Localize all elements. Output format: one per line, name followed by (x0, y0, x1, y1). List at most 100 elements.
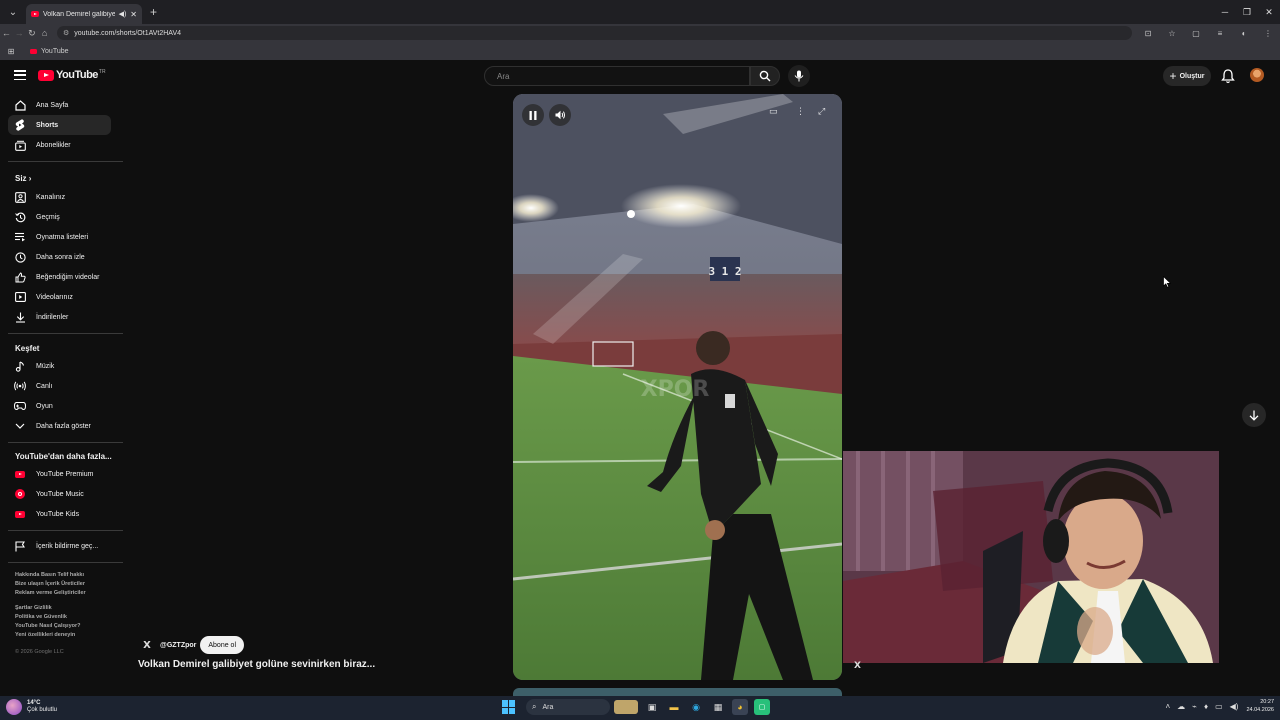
screen: ⌄ Volkan Demirel galibiyet g... ◀) ✕ + ─… (0, 0, 1280, 720)
sidebar-item-watch-later[interactable]: Daha sonra izle (8, 247, 111, 267)
sidebar-item-live[interactable]: Canlı (8, 376, 111, 396)
home-icon[interactable]: ⌂ (38, 28, 51, 38)
next-video-button[interactable] (1242, 403, 1266, 427)
channel-logo-icon[interactable]: Ⅹ (140, 638, 154, 652)
search-button[interactable] (750, 66, 780, 86)
sidebar-you-heading[interactable]: Siz › (15, 174, 31, 183)
sidebar-item-youtube-premium[interactable]: YouTube Premium (8, 464, 111, 484)
cloud-icon[interactable]: ☁ (1177, 702, 1185, 711)
sidebar-item-youtube-music[interactable]: YouTube Music (8, 484, 111, 504)
extensions-icon[interactable]: ▢ (1184, 29, 1208, 38)
tab-title: Volkan Demirel galibiyet g... (43, 10, 115, 18)
weather-widget[interactable]: 14°C Çok bulutlu (6, 699, 57, 715)
channel-name[interactable]: @GZTZpor (160, 642, 196, 649)
minimize-icon[interactable]: ─ (1214, 7, 1236, 17)
more-options-icon[interactable]: ⋮ (796, 106, 805, 117)
sidebar-item-playlists[interactable]: Oynatma listeleri (8, 227, 111, 247)
sidebar-item-music[interactable]: Müzik (8, 356, 111, 376)
youtube-logo[interactable]: YouTube TR (38, 69, 106, 81)
logo-region: TR (98, 69, 106, 75)
footer-links-primary[interactable]: Hakkında Basın Telif hakkı Bize ulaşın İ… (15, 571, 86, 598)
sidebar-item-your-videos[interactable]: Videolarınız (8, 287, 111, 307)
sidebar-item-liked-videos[interactable]: Beğendiğim videolar (8, 267, 111, 287)
pause-button[interactable] (522, 104, 544, 126)
search-input[interactable]: Ara (484, 66, 750, 86)
tab-list-chevron-icon[interactable]: ⌄ (4, 3, 22, 21)
channel-icon (14, 191, 26, 203)
your-videos-icon (14, 291, 26, 303)
hamburger-menu-icon[interactable] (14, 70, 26, 80)
browser-tab-active[interactable]: Volkan Demirel galibiyet g... ◀) ✕ (26, 4, 142, 24)
window-close-icon[interactable]: ✕ (1258, 7, 1280, 18)
next-short-preview[interactable] (513, 688, 842, 696)
back-arrow-icon[interactable]: ← (0, 28, 13, 38)
sidebar-item-label: Shorts (36, 121, 59, 129)
short-title[interactable]: Volkan Demirel galibiyet golüne sevinirk… (138, 659, 375, 670)
site-info-icon[interactable]: ⚙ (63, 29, 69, 37)
sidebar-item-report-history[interactable]: İçerik bildirme geç... (8, 536, 111, 556)
notifications-bell-icon[interactable] (1221, 68, 1235, 84)
sidebar-item-home[interactable]: Ana Sayfa (8, 95, 111, 115)
windows-start-icon[interactable] (502, 700, 516, 714)
bookmark-star-icon[interactable]: ☆ (1160, 29, 1184, 38)
chrome-icon[interactable]: ◕ (732, 699, 748, 715)
media-controls-icon[interactable]: ≡ (1208, 29, 1232, 38)
profile-icon[interactable]: ◐ (1232, 29, 1256, 38)
reload-icon[interactable]: ↻ (26, 28, 39, 39)
tab-close-icon[interactable]: ✕ (130, 10, 137, 19)
sidebar-item-youtube-kids[interactable]: YouTube Kids (8, 504, 111, 524)
copyright: © 2026 Google LLC (15, 649, 64, 655)
windows-taskbar: 14°C Çok bulutlu ⌕ Ara ▣ ▬ ◉ ▦ ◕ ▢ ˄ ☁ ⌁… (0, 696, 1280, 720)
chevron-down-icon (14, 420, 26, 432)
sidebar-item-subscriptions[interactable]: Abonelikler (8, 135, 111, 155)
create-button[interactable]: + Oluştur (1163, 66, 1211, 86)
sidebar-item-history[interactable]: Geçmiş (8, 207, 111, 227)
tab-audio-icon[interactable]: ◀) (119, 10, 127, 18)
new-tab-plus-icon[interactable]: + (150, 5, 157, 19)
apps-grid-icon[interactable]: ⊞ (0, 47, 22, 56)
url-field[interactable]: ⚙ youtube.com/shorts/Ot1AVt2HAV4 (57, 26, 1132, 40)
usb-icon[interactable]: ⌁ (1192, 702, 1197, 711)
sidebar-more-heading: YouTube'dan daha fazla... (15, 452, 112, 461)
sidebar-divider (8, 442, 123, 443)
taskbar-clock[interactable]: 20:27 24.04.2026 (1246, 698, 1274, 714)
volume-button[interactable] (549, 104, 571, 126)
install-app-icon[interactable]: ⊡ (1136, 29, 1160, 38)
subscriptions-icon (14, 139, 26, 151)
app-icon[interactable]: ▢ (754, 699, 770, 715)
captions-icon[interactable]: ▭ (769, 106, 778, 117)
search-highlight-image[interactable] (614, 700, 638, 714)
file-explorer-icon[interactable]: ▬ (666, 699, 682, 715)
fullscreen-icon[interactable]: ⤢ (818, 106, 825, 117)
subscribe-button[interactable]: Abone ol (200, 636, 245, 654)
mic-tray-icon[interactable]: ♦ (1204, 702, 1208, 711)
speaker-icon[interactable]: ◀) (1230, 702, 1239, 711)
sidebar-item-gaming[interactable]: Oyun (8, 396, 111, 416)
taskbar-search[interactable]: ⌕ Ara (526, 699, 610, 715)
footer-links-secondary[interactable]: Şartlar Gizlilik Politika ve Güvenlik Yo… (15, 604, 81, 640)
browser-menu-icon[interactable]: ⋮ (1256, 29, 1280, 38)
bookmark-youtube[interactable]: YouTube (30, 48, 69, 55)
voice-search-button[interactable] (788, 65, 810, 87)
task-view-icon[interactable]: ▣ (644, 699, 660, 715)
store-icon[interactable]: ▦ (710, 699, 726, 715)
edge-browser-icon[interactable]: ◉ (688, 699, 704, 715)
scoreboard-text: 3 1 2 (708, 265, 741, 278)
mouse-cursor-icon (1163, 276, 1171, 288)
maximize-icon[interactable]: ❐ (1236, 7, 1258, 18)
sidebar-item-shorts[interactable]: Shorts (8, 115, 111, 135)
sidebar-item-label: Daha sonra izle (36, 253, 85, 261)
sidebar-item-your-channel[interactable]: Kanalınız (8, 187, 111, 207)
sidebar-item-downloads[interactable]: İndirilenler (8, 307, 111, 327)
forward-arrow-icon[interactable]: → (13, 28, 26, 38)
sidebar-item-label: Müzik (36, 362, 55, 370)
show-hidden-icons-chevron-icon[interactable]: ˄ (1165, 702, 1170, 711)
webcam-frame (843, 451, 1219, 663)
sidebar-item-show-more[interactable]: Daha fazla göster (8, 416, 111, 436)
shorts-icon (14, 119, 26, 131)
account-avatar[interactable] (1250, 68, 1264, 82)
sidebar-divider (8, 530, 123, 531)
video-watermark: XPOR (641, 377, 710, 402)
shorts-video-player[interactable]: 3 1 2 XPOR ▭ ⋮ ⤢ (513, 94, 842, 680)
display-icon[interactable]: ▭ (1215, 702, 1223, 711)
